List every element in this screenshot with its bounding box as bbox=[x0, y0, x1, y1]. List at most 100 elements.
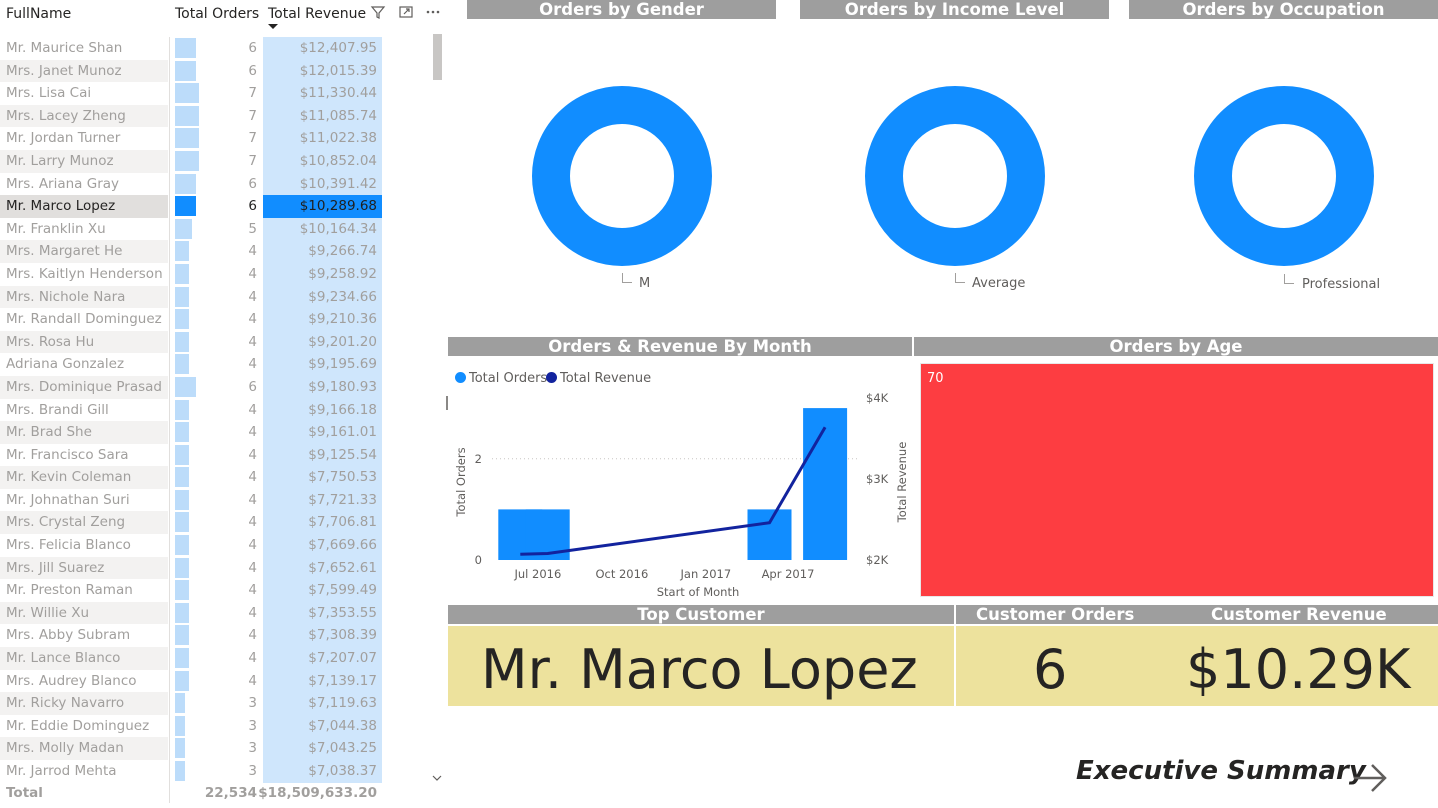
table-row[interactable]: Mrs. Janet Munoz 6 $12,015.39 bbox=[0, 59, 384, 83]
row-revenue: $7,043.25 bbox=[263, 737, 382, 760]
row-revenue: $10,391.42 bbox=[263, 172, 382, 196]
row-orders: 4 bbox=[248, 469, 257, 486]
table-row[interactable]: Mrs. Lisa Cai 7 $11,330.44 bbox=[0, 82, 384, 105]
row-fullname: Mrs. Margaret He bbox=[0, 240, 168, 263]
row-orders-cell: 4 bbox=[172, 466, 260, 489]
income-donut-slice[interactable] bbox=[865, 86, 1045, 266]
row-orders: 4 bbox=[248, 288, 257, 305]
row-orders-cell: 7 bbox=[172, 105, 260, 128]
row-orders: 4 bbox=[248, 356, 257, 373]
orders-data-bar bbox=[175, 444, 189, 465]
table-row[interactable]: Mr. Johnathan Suri 4 $7,721.33 bbox=[0, 488, 384, 512]
table-row[interactable]: Mr. Jordan Turner 7 $11,022.38 bbox=[0, 127, 384, 150]
orders-data-bar bbox=[175, 196, 196, 217]
row-revenue: $7,207.07 bbox=[263, 647, 382, 670]
row-orders: 4 bbox=[248, 424, 257, 441]
combo-chart[interactable]: 0 2 $2K $3K $4K Jul 2016 Oct 2016 Jan 2017 Apr 2… bbox=[448, 358, 912, 600]
orders-data-bar bbox=[175, 309, 189, 330]
row-fullname: Mr. Maurice Shan bbox=[6, 40, 123, 56]
table-row[interactable]: Mr. Maurice Shan 6 $12,407.95 bbox=[0, 37, 384, 60]
column-header-total-revenue[interactable]: Total Revenue bbox=[268, 6, 366, 22]
customer-table[interactable]: FullName Total Orders Total Revenue Mr. … bbox=[0, 0, 446, 808]
occupation-donut[interactable] bbox=[1189, 81, 1379, 271]
table-row[interactable]: Mrs. Jill Suarez 4 $7,652.61 bbox=[0, 556, 384, 580]
row-orders: 4 bbox=[248, 559, 257, 576]
table-row[interactable]: Mrs. Brandi Gill 4 $9,166.18 bbox=[0, 398, 384, 422]
orders-data-bar bbox=[175, 38, 196, 58]
table-row[interactable]: Mrs. Abby Subram 4 $7,308.39 bbox=[0, 624, 384, 648]
table-row[interactable]: Mr. Brad She 4 $9,161.01 bbox=[0, 421, 384, 444]
filter-icon[interactable] bbox=[370, 4, 386, 20]
table-row[interactable]: Mr. Marco Lopez 6 $10,289.68 bbox=[0, 195, 384, 218]
table-row[interactable]: Adriana Gonzalez 4 $9,195.69 bbox=[0, 353, 384, 376]
table-row[interactable]: Mr. Willie Xu 4 $7,353.55 bbox=[0, 601, 384, 625]
focus-mode-icon[interactable] bbox=[398, 4, 414, 20]
executive-summary-link[interactable]: Executive Summary bbox=[1076, 756, 1366, 786]
income-chart-title: Orders by Income Level bbox=[800, 0, 1109, 19]
column-header-fullname[interactable]: FullName bbox=[6, 6, 71, 22]
row-fullname: Mrs. Jill Suarez bbox=[0, 556, 168, 580]
y-right-tick: $2K bbox=[866, 553, 889, 567]
row-orders: 4 bbox=[248, 311, 257, 328]
orders-data-bar bbox=[175, 625, 189, 646]
gender-donut[interactable] bbox=[527, 81, 717, 271]
table-row[interactable]: Mr. Francisco Sara 4 $9,125.54 bbox=[0, 443, 384, 467]
table-row[interactable]: Mrs. Dominique Prasad 6 $9,180.93 bbox=[0, 375, 384, 399]
column-header-total-orders[interactable]: Total Orders bbox=[175, 6, 259, 22]
orders-data-bar bbox=[175, 354, 189, 375]
row-orders: 4 bbox=[248, 582, 257, 599]
table-row[interactable]: Mr. Lance Blanco 4 $7,207.07 bbox=[0, 647, 384, 670]
table-scrollbar[interactable] bbox=[431, 34, 443, 790]
orders-data-bar bbox=[175, 467, 189, 488]
table-row[interactable]: Mrs. Molly Madan 3 $7,043.25 bbox=[0, 737, 384, 760]
row-revenue: $9,161.01 bbox=[263, 421, 382, 444]
orders-data-bar bbox=[175, 286, 189, 307]
row-revenue: $9,166.18 bbox=[263, 398, 382, 422]
table-row[interactable]: Mr. Franklin Xu 5 $10,164.34 bbox=[0, 217, 384, 241]
row-orders: 4 bbox=[248, 604, 257, 621]
income-donut[interactable] bbox=[860, 81, 1050, 271]
table-row[interactable]: Mrs. Nichole Nara 4 $9,234.66 bbox=[0, 285, 384, 309]
chevron-down-icon[interactable] bbox=[432, 774, 442, 782]
orders-data-bar bbox=[175, 128, 199, 149]
table-row[interactable]: Mrs. Kaitlyn Henderson 4 $9,258.92 bbox=[0, 262, 384, 286]
row-fullname: Mrs. Lacey Zheng bbox=[0, 104, 168, 128]
row-revenue: $10,852.04 bbox=[263, 149, 382, 173]
income-leader-line bbox=[955, 273, 965, 283]
table-row[interactable]: Mr. Jarrod Mehta 3 $7,038.37 bbox=[0, 760, 384, 783]
table-row[interactable]: Mr. Preston Raman 4 $7,599.49 bbox=[0, 579, 384, 602]
table-row[interactable]: Mrs. Lacey Zheng 7 $11,085.74 bbox=[0, 104, 384, 128]
row-orders-cell: 4 bbox=[172, 286, 260, 309]
gender-donut-slice[interactable] bbox=[532, 86, 712, 266]
row-orders-cell: 4 bbox=[172, 579, 260, 602]
table-row[interactable]: Mrs. Ariana Gray 6 $10,391.42 bbox=[0, 172, 384, 196]
table-row[interactable]: Mrs. Rosa Hu 4 $9,201.20 bbox=[0, 330, 384, 354]
table-row[interactable]: Mrs. Felicia Blanco 4 $7,669.66 bbox=[0, 534, 384, 557]
orders-data-bar bbox=[175, 535, 189, 556]
orders-data-bar bbox=[175, 557, 189, 578]
scrollbar-thumb[interactable] bbox=[433, 34, 442, 80]
table-row[interactable]: Mr. Randall Dominguez 4 $9,210.36 bbox=[0, 308, 384, 331]
more-options-icon[interactable] bbox=[425, 4, 441, 20]
table-row[interactable]: Mrs. Crystal Zeng 4 $7,706.81 bbox=[0, 511, 384, 535]
orders-data-bar bbox=[175, 376, 196, 397]
table-body: Mr. Maurice Shan 6 $12,407.95 Mrs. Janet Mu… bbox=[0, 37, 384, 783]
arrow-right-icon[interactable] bbox=[1350, 758, 1390, 798]
occupation-donut-slice[interactable] bbox=[1194, 86, 1374, 266]
table-row[interactable]: Mr. Eddie Dominguez 3 $7,044.38 bbox=[0, 714, 384, 738]
age-treemap-tile[interactable]: 70 bbox=[920, 363, 1434, 597]
row-orders-cell: 4 bbox=[172, 670, 260, 693]
row-fullname: Mrs. Ariana Gray bbox=[6, 175, 120, 192]
table-row[interactable]: Mrs. Margaret He 4 $9,266.74 bbox=[0, 240, 384, 263]
customer-revenue-value: $10.29K bbox=[1186, 638, 1411, 701]
customer-orders-title: Customer Orders bbox=[976, 605, 1135, 624]
row-orders-cell: 4 bbox=[172, 624, 260, 647]
table-row[interactable]: Mr. Kevin Coleman 4 $7,750.53 bbox=[0, 466, 384, 489]
table-row[interactable]: Mr. Larry Munoz 7 $10,852.04 bbox=[0, 149, 384, 173]
table-row[interactable]: Mrs. Audrey Blanco 4 $7,139.17 bbox=[0, 669, 384, 693]
kpi-divider bbox=[954, 626, 956, 706]
row-orders-cell: 3 bbox=[172, 760, 260, 783]
table-row[interactable]: Mr. Ricky Navarro 3 $7,119.63 bbox=[0, 692, 384, 715]
row-revenue: $9,125.54 bbox=[263, 443, 382, 467]
y-right-tick: $4K bbox=[866, 391, 889, 405]
